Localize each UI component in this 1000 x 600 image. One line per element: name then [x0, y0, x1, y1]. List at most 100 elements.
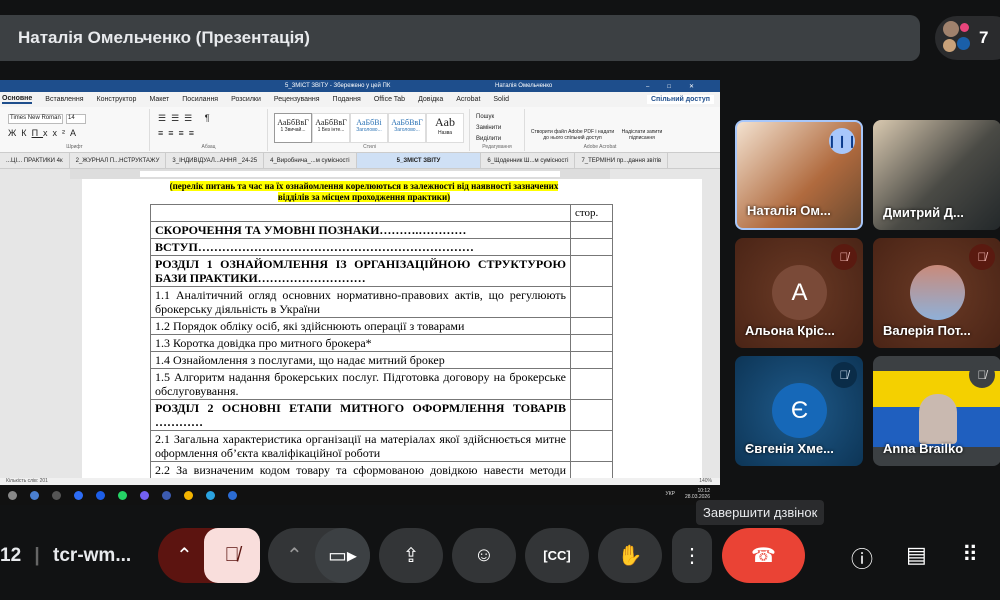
- app-icon[interactable]: [74, 490, 83, 500]
- style-item[interactable]: АаБбВі Заголово...: [350, 113, 388, 143]
- font-format-buttons[interactable]: ЖКПxx²A: [8, 128, 81, 138]
- activities-icon[interactable]: ⠿: [962, 542, 978, 568]
- present-screen-button[interactable]: ⇪: [379, 528, 443, 583]
- page-cell[interactable]: [570, 399, 613, 431]
- group-label: Стилі: [363, 144, 376, 150]
- request-signatures-button[interactable]: Надіслати запити підписання: [617, 129, 667, 141]
- ribbon-tab[interactable]: Вставлення: [45, 96, 83, 103]
- ribbon-tab[interactable]: Посилання: [182, 96, 218, 103]
- ribbon-tab[interactable]: Довідка: [418, 96, 443, 103]
- ribbon-tab[interactable]: Рецензування: [274, 96, 320, 103]
- participant-tile[interactable]: Дмитрий Д...: [873, 120, 1000, 230]
- participant-tile[interactable]: 🎙̸ А Альона Кріс...: [735, 238, 863, 348]
- style-item[interactable]: АаБбВвГ 1 Звичай...: [274, 113, 312, 143]
- page-cell[interactable]: [570, 286, 613, 318]
- language-indicator[interactable]: УКР: [666, 491, 675, 497]
- toc-entry[interactable]: ВСТУП……………………………………………………………: [150, 238, 571, 256]
- ribbon-tab[interactable]: Solid: [493, 96, 509, 103]
- create-pdf-button[interactable]: Створити файл Adobe PDF і надати до ньог…: [530, 129, 615, 141]
- ribbon-tab[interactable]: Розсилки: [231, 96, 261, 103]
- toc-entry[interactable]: СКОРОЧЕННЯ ТА УМОВНІ ПОЗНАКИ……….…………: [150, 221, 571, 239]
- participant-tile[interactable]: 🎙̸ Є Євгенія Хме...: [735, 356, 863, 466]
- table-row: 1.2 Порядок обліку осіб, які здійснюють …: [150, 317, 613, 335]
- zoom-level[interactable]: 140%: [699, 478, 712, 484]
- document-page[interactable]: (перелік питань та час на їх ознайомленн…: [82, 179, 702, 493]
- camera-button[interactable]: ▭▸: [315, 528, 370, 583]
- raise-hand-button[interactable]: ✋: [598, 528, 662, 583]
- toc-entry[interactable]: 2.1 Загальна характеристика організації …: [150, 430, 571, 462]
- zoom-app-icon[interactable]: [96, 490, 105, 500]
- page-cell[interactable]: [570, 317, 613, 335]
- app-icon[interactable]: [8, 490, 17, 500]
- end-call-button[interactable]: ☎: [722, 528, 805, 583]
- page-header: стор.: [570, 204, 613, 222]
- telegram-icon[interactable]: [206, 490, 215, 500]
- word-icon[interactable]: [228, 490, 237, 500]
- font-size-select[interactable]: 14: [66, 114, 86, 124]
- ribbon-tab[interactable]: Конструктор: [97, 96, 137, 103]
- app-icon[interactable]: [162, 490, 171, 500]
- doc-tab[interactable]: 7_ТЕРМІНИ пр...дання звітів: [575, 153, 669, 168]
- toc-entry[interactable]: 1.5 Алгоритм надання брокерських послуг.…: [150, 368, 571, 400]
- ribbon-tab[interactable]: Макет: [149, 96, 169, 103]
- participant-name: Наталія Ом...: [747, 203, 831, 218]
- chrome-icon[interactable]: [184, 490, 193, 500]
- page-cell[interactable]: [570, 221, 613, 239]
- avatar: [910, 265, 965, 320]
- toc-entry[interactable]: 1.1 Аналітичний огляд основних нормативн…: [150, 286, 571, 318]
- page-cell[interactable]: [570, 430, 613, 462]
- ribbon-tab[interactable]: Основне: [2, 95, 33, 104]
- participant-avatar: [943, 21, 959, 37]
- table-row: РОЗДІЛ 1 ОЗНАЙОМЛЕННЯ ІЗ ОРГАНІЗАЦІЙНОЮ …: [150, 255, 613, 287]
- style-item[interactable]: АаБбВвГ 1 Без інте...: [312, 113, 350, 143]
- avatar: А: [772, 265, 827, 320]
- style-item[interactable]: Aab Назва: [426, 113, 464, 143]
- more-options-button[interactable]: ⋮: [672, 528, 712, 583]
- participant-tile[interactable]: 🎙̸ Валерія Пот...: [873, 238, 1000, 348]
- viber-icon[interactable]: [140, 490, 149, 500]
- toc-entry[interactable]: РОЗДІЛ 2 ОСНОВНІ ЕТАПИ МИТНОГО ОФОРМЛЕНН…: [150, 399, 571, 431]
- doc-tab[interactable]: ...ЦІ... ПРАКТИКИ 4к: [0, 153, 70, 168]
- captions-button[interactable]: [CC]: [525, 528, 589, 583]
- doc-tab[interactable]: 4_Виробнича_...м сумісності: [264, 153, 357, 168]
- toc-entry[interactable]: 1.3 Коротка довідка про митного брокера*: [150, 334, 571, 352]
- page-cell[interactable]: [570, 255, 613, 287]
- paragraph-buttons[interactable]: ☰☰☰ ¶: [158, 113, 215, 124]
- toc-entry[interactable]: 1.2 Порядок обліку осіб, які здійснюють …: [150, 317, 571, 335]
- replace-button[interactable]: Замінити: [476, 123, 501, 134]
- font-select[interactable]: Times New Roman: [8, 114, 63, 124]
- ribbon-tab[interactable]: Acrobat: [456, 96, 480, 103]
- window-controls[interactable]: ‒□✕: [646, 83, 712, 90]
- taskbar: УКР 10:12 28.03.2026: [0, 485, 720, 505]
- page-cell[interactable]: [570, 351, 613, 369]
- toc-entry[interactable]: 1.4 Ознайомлення з послугами, що надає м…: [150, 351, 571, 369]
- ribbon-tab[interactable]: Office Tab: [374, 96, 405, 103]
- info-icon[interactable]: ⓘ: [851, 542, 873, 574]
- ribbon-tab[interactable]: Подання: [333, 96, 361, 103]
- style-item[interactable]: АаБбВвГ Заголово...: [388, 113, 426, 143]
- participants-button[interactable]: 7: [935, 16, 1000, 60]
- document-tabs: ...ЦІ... ПРАКТИКИ 4к 2_ЖУРНАЛ П...НСТРУК…: [0, 153, 720, 169]
- align-buttons[interactable]: ≡≡≡≡: [158, 128, 199, 138]
- whatsapp-icon[interactable]: [118, 490, 127, 500]
- share-button[interactable]: Спільний доступ: [646, 95, 714, 104]
- page-cell[interactable]: [570, 334, 613, 352]
- chat-icon[interactable]: ▤: [906, 542, 927, 568]
- participant-tile[interactable]: ❙❙❙ Наталія Ом...: [735, 120, 863, 230]
- doc-tab[interactable]: 3_ІНДИВІДУАЛ...АННЯ _24-25: [166, 153, 265, 168]
- page-cell[interactable]: [570, 238, 613, 256]
- page-cell[interactable]: [570, 368, 613, 400]
- style-sample: АаБбВі: [356, 118, 382, 127]
- app-icon[interactable]: [30, 490, 39, 500]
- emoji-button[interactable]: ☺: [452, 528, 516, 583]
- participant-tile[interactable]: 🎙̸ Anna Brailko: [873, 356, 1000, 466]
- style-name: Заголово...: [356, 127, 382, 133]
- toc-entry[interactable]: РОЗДІЛ 1 ОЗНАЙОМЛЕННЯ ІЗ ОРГАНІЗАЦІЙНОЮ …: [150, 255, 571, 287]
- doc-tab[interactable]: 2_ЖУРНАЛ П...НСТРУКТАЖУ: [70, 153, 167, 168]
- doc-tab[interactable]: 6_Щоденник Ш...м сумісності: [481, 153, 576, 168]
- doc-tab-active[interactable]: 5_ЗМІСТ ЗВІТУ: [356, 153, 482, 168]
- mic-off-button[interactable]: 🎙̸: [204, 528, 260, 583]
- end-call-tooltip: Завершити дзвінок: [696, 500, 825, 525]
- app-icon[interactable]: [52, 490, 61, 500]
- find-button[interactable]: Пошук: [476, 112, 501, 123]
